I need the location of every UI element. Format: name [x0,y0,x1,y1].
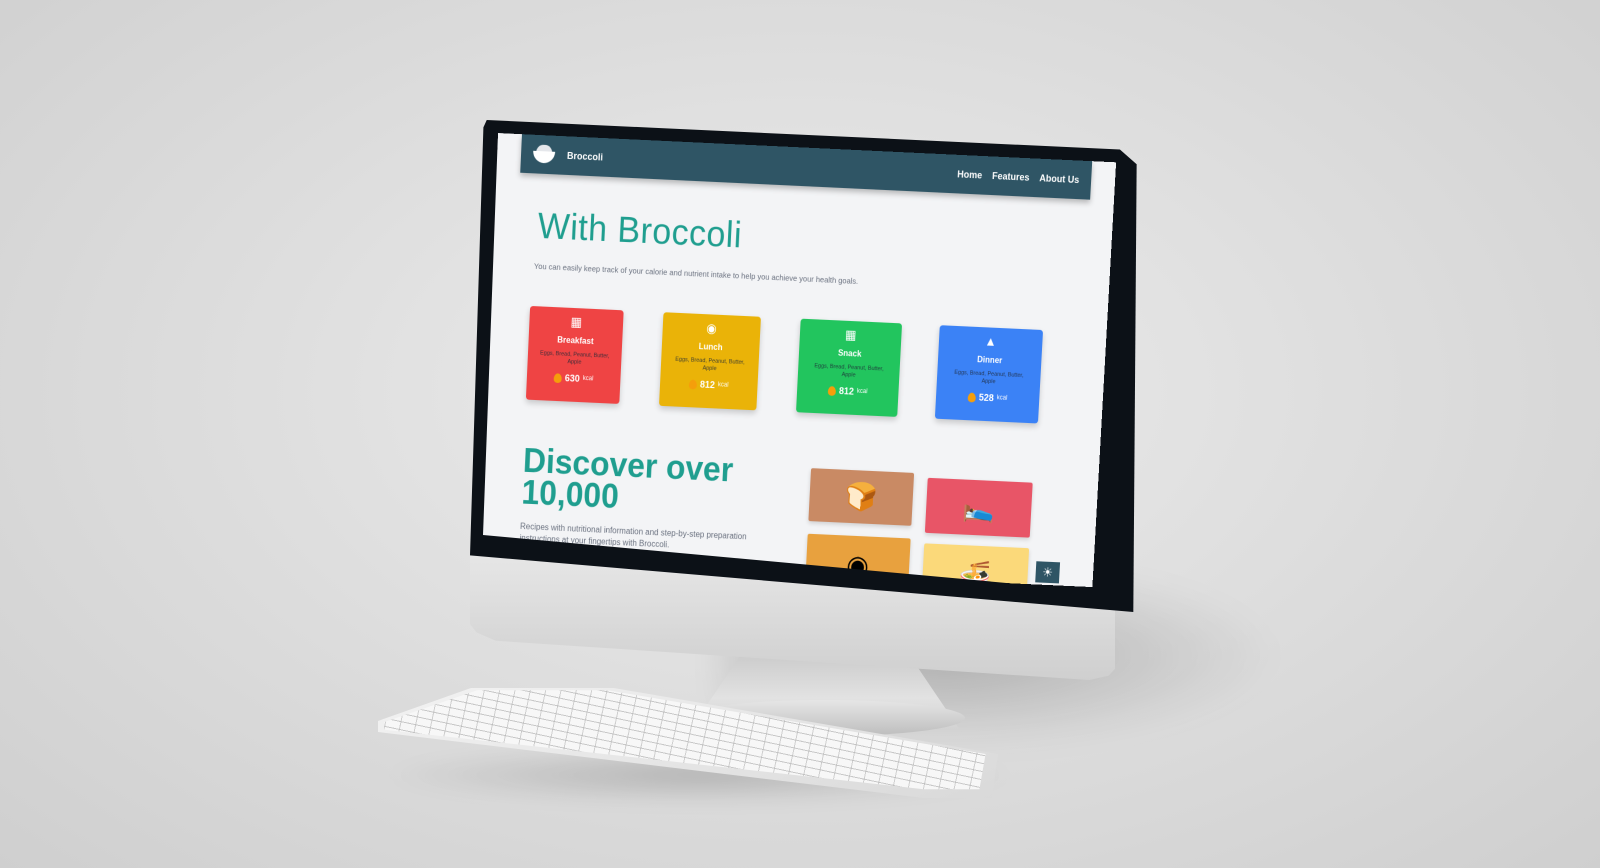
meal-card-items: Eggs, Bread, Peanut, Butter, Apple [675,356,745,373]
kcal-unit: kcal [996,394,1008,402]
lunch-icon: ◉ [705,320,718,337]
desktop-scene: Broccoli Home Features About Us With Bro… [0,0,1600,868]
meal-card-title: Breakfast [557,334,594,347]
nav-link-home[interactable]: Home [957,169,982,181]
meal-card-title: Snack [837,348,862,359]
kcal-value: 812 [838,385,855,397]
kcal-unit: kcal [582,375,594,383]
meal-card-lunch[interactable]: ◉ Lunch Eggs, Bread, Peanut, Butter, App… [659,312,761,411]
nav-link-features[interactable]: Features [992,170,1030,182]
kcal-value: 528 [978,392,995,404]
meal-card-items: Eggs, Bread, Peanut, Butter, Apple [539,350,610,366]
kcal-unit: kcal [717,381,729,389]
web-page: Broccoli Home Features About Us With Bro… [483,133,1117,588]
serving-dish-icon: 🛌 [961,490,996,524]
meal-cards: ▦ Breakfast Eggs, Bread, Peanut, Butter,… [525,305,1067,437]
nav-links: Home Features About Us [957,169,1080,185]
meal-card-kcal: 630 kcal [527,371,621,386]
bread-icon: 🍞 [844,479,879,514]
meal-card-kcal: 812 kcal [797,384,899,399]
meal-card-title: Dinner [976,354,1003,366]
meal-card-items: Eggs, Bread, Peanut, Butter, Apple [814,363,884,379]
snack-icon: ▦ [844,327,857,343]
breakfast-icon: ▦ [570,314,583,330]
hero-title: With Broccoli [536,205,743,256]
broccoli-logo-icon[interactable] [531,142,558,167]
brand-name[interactable]: Broccoli [567,150,603,162]
recipe-tile-bread[interactable]: 🍞 [808,468,915,526]
discover-title-line-2: 10,000 [520,472,620,516]
kcal-value: 630 [564,372,581,384]
sun-icon: ☀ [1041,564,1054,580]
hero-subtitle: You can easily keep track of your calori… [533,261,859,287]
kcal-value: 812 [699,378,716,391]
meal-card-title: Lunch [698,341,723,353]
flame-icon [553,372,563,383]
kcal-unit: kcal [856,388,868,396]
discover-title: Discover over 10,000 [520,441,734,517]
meal-card-kcal: 812 kcal [660,377,758,392]
meal-card-kcal: 528 kcal [936,390,1040,405]
flame-icon [967,392,977,402]
theme-toggle-button[interactable]: ☀ [1035,561,1061,584]
meal-card-dinner[interactable]: ▲ Dinner Eggs, Bread, Peanut, Butter, Ap… [934,325,1044,424]
recipe-tile-serving-dish[interactable]: 🛌 [924,477,1033,538]
nav-link-about-us[interactable]: About Us [1039,173,1079,186]
meal-card-breakfast[interactable]: ▦ Breakfast Eggs, Bread, Peanut, Butter,… [525,305,624,404]
dinner-icon: ▲ [984,333,997,350]
meal-card-items: Eggs, Bread, Peanut, Butter, Apple [954,369,1024,386]
meal-card-snack[interactable]: ▦ Snack Eggs, Bread, Peanut, Butter, App… [796,318,903,417]
flame-icon [827,385,837,396]
flame-icon [688,378,698,389]
